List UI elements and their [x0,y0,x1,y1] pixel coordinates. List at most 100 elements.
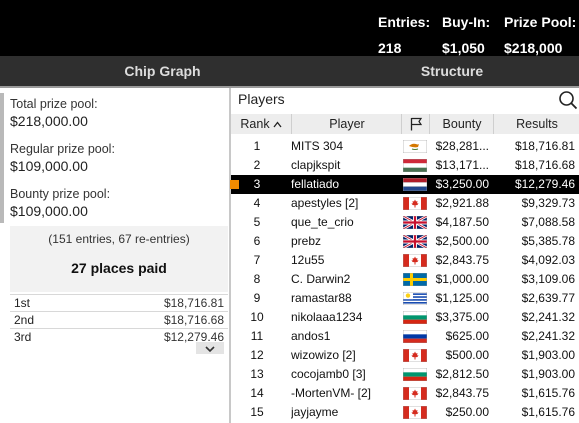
places-paid: 27 places paid [71,260,167,276]
rank-header-label: Rank [240,117,270,131]
regular-prize-value: $109,000.00 [10,158,88,174]
cyprus-flag-icon [403,140,427,153]
search-icon[interactable] [558,90,578,110]
player-row[interactable]: 14 -MortenVM- [2] $2,843.75 $1,615.76 [231,384,579,403]
player-column-header[interactable]: Player [291,114,402,134]
player-rank: 3 [253,177,261,191]
payout-place: 2nd [14,313,35,327]
player-name: fellatiado [291,177,340,191]
canada-flag-icon [403,406,427,419]
player-rank: 12 [250,348,264,362]
player-row[interactable]: 1 MITS 304 $28,281... $18,716.81 [231,137,579,156]
results-column-header[interactable]: Results [493,114,579,134]
player-bounty: $28,281... [435,139,489,153]
player-bounty: $2,921.88 [435,196,489,210]
player-name: clapjkspit [291,158,341,172]
player-name: ramastar88 [291,291,352,305]
player-results: $5,385.78 [521,234,575,248]
player-bounty: $500.00 [445,348,489,362]
tab-structure[interactable]: Structure [325,56,579,86]
player-row[interactable]: 8 C. Darwin2 $1,000.00 $3,109.06 [231,270,579,289]
player-bounty: $4,187.50 [435,215,489,229]
player-row[interactable]: 5 que_te_crio $4,187.50 $7,088.58 [231,213,579,232]
player-rank: 7 [253,253,261,267]
tab-divider [0,86,579,88]
entries-summary: (151 entries, 67 re-entries) 27 places p… [10,226,228,292]
bounty-column-header[interactable]: Bounty [429,114,494,134]
expand-payouts-button[interactable] [196,342,224,354]
flag-column-header[interactable] [401,114,430,134]
payout-row: 1st $18,716.81 [10,294,228,311]
player-bounty: $250.00 [445,405,489,419]
players-table-header: Rank Player Bounty Results [231,114,579,134]
buyin-label: Buy-In: [442,14,491,30]
player-name: jayjayme [291,405,339,419]
total-prize-label: Total prize pool: [10,97,98,111]
player-results: $12,279.46 [514,177,575,191]
player-results: $2,639.77 [521,291,575,305]
rank-column-header[interactable]: Rank [231,114,291,134]
player-bounty: $1,000.00 [435,272,489,286]
player-rank: 10 [250,310,264,324]
prize-pool-label: Prize Pool: [504,14,577,30]
total-prize-pool: Total prize pool: $218,000.00 [10,97,220,131]
flag-icon [410,117,423,131]
uruguay-flag-icon [403,292,427,305]
player-name: wizowizo [2] [291,348,356,362]
entries-note: (151 entries, 67 re-entries) [48,232,190,246]
player-name: apestyles [2] [291,196,359,210]
buyin-stat: Buy-In: $1,050 [442,9,490,61]
payout-list: 1st $18,716.81 2nd $18,716.68 3rd $12,27… [10,294,228,345]
player-row[interactable]: 2 clapjkspit $13,171... $18,716.68 [231,156,579,175]
player-row[interactable]: 7 12u55 $2,843.75 $4,092.03 [231,251,579,270]
player-bounty: $2,843.75 [435,386,489,400]
player-results: $1,615.76 [521,386,575,400]
player-row[interactable]: 10 nikolaaa1234 $3,375.00 $2,241.32 [231,308,579,327]
regular-prize-pool: Regular prize pool: $109,000.00 [10,142,220,176]
bulgaria-flag-icon [403,311,427,324]
player-row[interactable]: 15 jayjayme $250.00 $1,615.76 [231,403,579,422]
player-row[interactable]: 9 ramastar88 $1,125.00 $2,639.77 [231,289,579,308]
player-results: $2,241.32 [521,310,575,324]
canada-flag-icon [403,349,427,362]
player-name: que_te_crio [291,215,354,229]
player-rank: 15 [250,405,264,419]
player-rank: 8 [253,272,261,286]
player-results: $18,716.81 [514,139,575,153]
player-bounty: $2,812.50 [435,367,489,381]
tournament-header: Entries: 218 Buy-In: $1,050 Prize Pool: … [0,0,579,56]
sort-ascending-icon [273,114,282,134]
bulgaria-flag-icon [403,368,427,381]
chevron-down-icon [205,346,215,353]
player-row[interactable]: 4 apestyles [2] $2,921.88 $9,329.73 [231,194,579,213]
left-scroll-indicator[interactable] [0,93,4,223]
payout-row: 2nd $18,716.68 [10,311,228,328]
payout-place: 3rd [14,330,32,344]
player-bounty: $625.00 [445,329,489,343]
player-results: $3,109.06 [521,272,575,286]
payout-amount: $18,716.68 [163,313,224,327]
sweden-flag-icon [403,273,427,286]
player-row[interactable]: 6 prebz $2,500.00 $5,385.78 [231,232,579,251]
prize-pool-stat: Prize Pool: $218,000 [504,9,576,61]
player-name: -MortenVM- [2] [291,386,372,400]
entries-label: Entries: [378,14,431,30]
bounty-prize-pool: Bounty prize pool: $109,000.00 [10,187,220,221]
tab-chip-graph[interactable]: Chip Graph [0,56,325,86]
player-results: $1,615.76 [521,405,575,419]
player-row[interactable]: 13 cocojamb0 [3] $2,812.50 $1,903.00 [231,365,579,384]
players-title: Players [238,91,285,107]
player-results: $2,241.32 [521,329,575,343]
player-bounty: $1,125.00 [435,291,489,305]
player-rank: 5 [253,215,261,229]
player-results: $18,716.68 [514,158,575,172]
player-bounty: $2,843.75 [435,253,489,267]
regular-prize-label: Regular prize pool: [10,142,115,156]
tab-bar: Chip Graph Structure [0,56,579,86]
player-row[interactable]: 12 wizowizo [2] $500.00 $1,903.00 [231,346,579,365]
player-row[interactable]: 3 fellatiado $3,250.00 $12,279.46 [230,175,579,194]
player-row[interactable]: 11 andos1 $625.00 $2,241.32 [231,327,579,346]
player-bounty: $2,500.00 [435,234,489,248]
player-name: MITS 304 [291,139,344,153]
canada-flag-icon [403,387,427,400]
